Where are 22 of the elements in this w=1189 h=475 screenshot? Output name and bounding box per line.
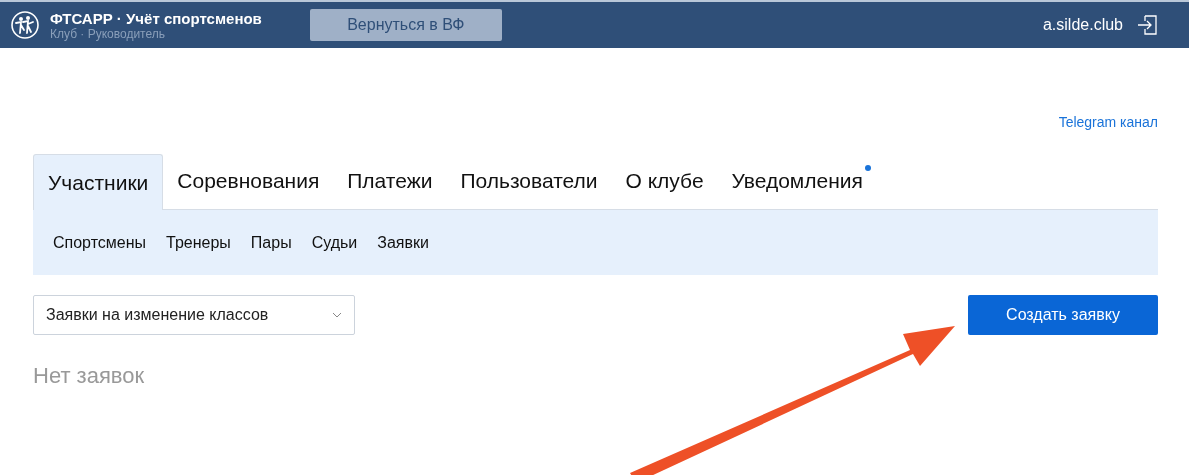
tab[interactable]: Пользователи	[446, 153, 612, 209]
tab[interactable]: Платежи	[333, 153, 447, 209]
subtab[interactable]: Тренеры	[158, 230, 239, 255]
tab[interactable]: О клубе	[611, 153, 718, 209]
tab[interactable]: Соревнования	[163, 153, 334, 209]
app-title: ФТСАРР · Учёт спортсменов	[50, 10, 262, 26]
back-button[interactable]: Вернуться в ВФ	[309, 9, 502, 41]
subtab[interactable]: Судьи	[303, 230, 366, 255]
role-subtitle: Клуб · Руководитель	[50, 27, 165, 40]
subtab[interactable]: Спортсмены	[45, 230, 155, 255]
telegram-link[interactable]: Telegram канал	[1058, 112, 1158, 133]
create-button[interactable]: Создать заявку	[968, 295, 1158, 335]
chevron-down-icon	[332, 312, 342, 318]
username: a.silde.club	[1042, 15, 1123, 35]
subtab[interactable]: Пары	[242, 230, 300, 255]
subtab[interactable]: Заявки	[369, 230, 437, 255]
logout-icon[interactable]	[1137, 14, 1159, 36]
dancers-logo-icon	[10, 10, 40, 40]
tab[interactable]: Уведомления	[717, 153, 877, 209]
empty-message: Нет заявок	[33, 362, 146, 390]
tab[interactable]: Участники	[33, 154, 164, 210]
filter-select[interactable]: Заявки на изменение классов	[33, 295, 355, 335]
